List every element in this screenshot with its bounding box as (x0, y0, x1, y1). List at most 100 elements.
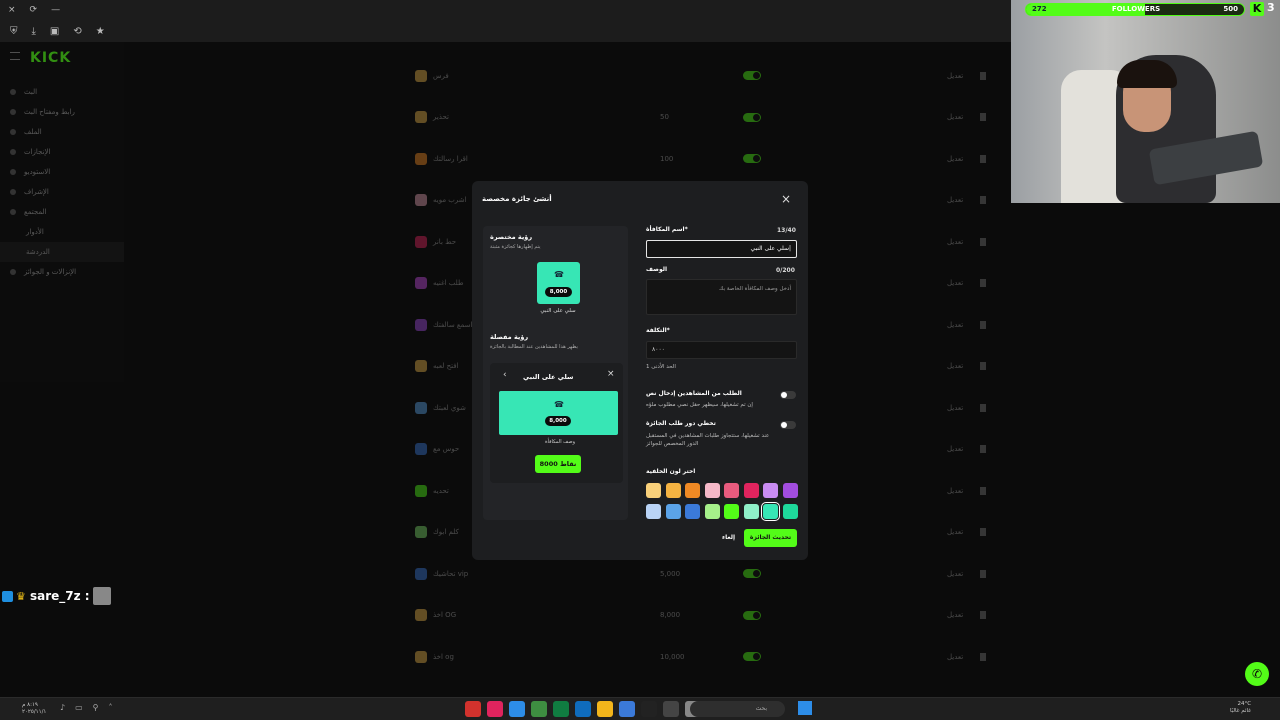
reward-enabled-toggle[interactable] (743, 652, 761, 662)
taskbar-weather[interactable]: 24°C غائم غالبًا (1230, 701, 1251, 715)
reward-description-textarea[interactable]: أدخل وصف المكافأة الخاصة بك (646, 279, 797, 315)
browser-reload-icon[interactable]: ⟳ (30, 5, 38, 15)
taskbar-app-icon[interactable] (509, 701, 525, 717)
edit-button[interactable]: تعديل (947, 155, 963, 163)
color-swatch[interactable] (761, 502, 780, 521)
sidebar-item[interactable]: الإنزالات و الجوائز (0, 262, 124, 282)
taskbar-clock[interactable]: ٨:١٩ م ٢٠٢٥/١١/١ (22, 702, 46, 716)
taskbar-app-icon[interactable] (531, 701, 547, 717)
trash-icon[interactable] (980, 154, 986, 163)
taskbar-app-icon[interactable] (553, 701, 569, 717)
edit-button[interactable]: تعديل (947, 570, 963, 578)
bookmark-star-icon[interactable]: ★ (96, 26, 105, 37)
trash-icon[interactable] (980, 237, 986, 246)
history-icon[interactable]: ⟲ (73, 26, 81, 37)
sidebar-item[interactable]: الاستوديو (0, 162, 124, 182)
sidebar-toggle-icon[interactable]: ▣ (50, 26, 59, 37)
shield-icon[interactable]: ⛨ (10, 26, 18, 37)
color-swatch[interactable] (724, 504, 739, 519)
trash-icon[interactable] (980, 528, 986, 537)
download-icon[interactable]: ⤓ (32, 26, 36, 37)
color-swatch[interactable] (646, 504, 661, 519)
edit-button[interactable]: تعديل (947, 279, 963, 287)
network-icon[interactable]: ▭ (75, 703, 83, 712)
trash-icon[interactable] (980, 486, 986, 495)
edit-button[interactable]: تعديل (947, 238, 963, 246)
edit-button[interactable]: تعديل (947, 653, 963, 661)
browser-minimize-icon[interactable]: — (51, 5, 60, 15)
edit-button[interactable]: تعديل (947, 611, 963, 619)
hamburger-menu-icon[interactable] (10, 52, 20, 60)
reward-name-input[interactable]: سلي على النبي| (646, 240, 797, 258)
color-swatch[interactable] (646, 483, 661, 498)
reward-enabled-toggle[interactable] (743, 610, 761, 620)
trash-icon[interactable] (980, 652, 986, 661)
sidebar-item[interactable]: الإشراف (0, 182, 124, 202)
color-swatch[interactable] (782, 504, 798, 519)
support-chat-icon[interactable]: ✆ (1245, 662, 1269, 686)
taskbar-app-icon[interactable] (575, 701, 591, 717)
trash-icon[interactable] (980, 320, 986, 329)
reward-enabled-toggle[interactable] (743, 112, 761, 122)
trash-icon[interactable] (980, 196, 986, 205)
color-swatch[interactable] (763, 483, 778, 498)
sidebar-item[interactable]: رابط ومفتاح البث (0, 102, 124, 122)
reward-enabled-toggle[interactable] (743, 154, 761, 164)
edit-button[interactable]: تعديل (947, 362, 963, 370)
trash-icon[interactable] (980, 445, 986, 454)
color-swatch[interactable] (685, 504, 700, 519)
color-swatch[interactable] (665, 483, 681, 498)
taskbar-app-icon[interactable] (619, 701, 635, 717)
windows-start-icon[interactable] (798, 701, 812, 715)
trash-icon[interactable] (980, 279, 986, 288)
sidebar-item[interactable]: الأدوار (0, 222, 124, 242)
skip-queue-toggle[interactable] (780, 421, 796, 429)
update-reward-button[interactable]: تحديث الجائزة (744, 529, 797, 547)
reward-enabled-toggle[interactable] (743, 71, 761, 81)
sidebar-item[interactable]: المجتمع (0, 202, 124, 222)
edit-button[interactable]: تعديل (947, 72, 963, 80)
taskbar-app-icon[interactable] (465, 701, 481, 717)
mic-icon[interactable]: ⚲ (93, 703, 99, 712)
browser-close-icon[interactable]: × (8, 5, 16, 15)
color-swatch[interactable] (685, 483, 700, 498)
trash-icon[interactable] (980, 71, 986, 80)
trash-icon[interactable] (980, 362, 986, 371)
taskbar-app-icon[interactable] (597, 701, 613, 717)
color-swatch[interactable] (704, 504, 720, 519)
edit-button[interactable]: تعديل (947, 321, 963, 329)
sidebar-item[interactable]: الملف (0, 122, 124, 142)
taskbar-app-icon[interactable] (663, 701, 679, 717)
trash-icon[interactable] (980, 611, 986, 620)
reward-enabled-toggle[interactable] (743, 569, 761, 579)
sidebar-item[interactable]: البث (0, 82, 124, 102)
tray-chevron-icon[interactable]: ˄ (109, 703, 113, 712)
color-swatch[interactable] (724, 483, 739, 498)
edit-button[interactable]: تعديل (947, 113, 963, 121)
sidebar-item[interactable]: الإنجازات (0, 142, 124, 162)
edit-button[interactable]: تعديل (947, 404, 963, 412)
reward-cost-input[interactable]: ٨٠٠٠ (646, 341, 797, 359)
cancel-button[interactable]: إلغاء (722, 534, 735, 541)
taskbar-app-icon[interactable] (641, 701, 657, 717)
modal-close-icon[interactable]: × (781, 192, 791, 206)
volume-icon[interactable]: ♪ (60, 703, 65, 712)
color-swatch[interactable] (743, 483, 759, 498)
edit-button[interactable]: تعديل (947, 487, 963, 495)
require-text-toggle[interactable] (780, 391, 796, 399)
taskbar-search[interactable]: بحث (690, 701, 785, 717)
taskbar-app-icon[interactable] (487, 701, 503, 717)
color-swatch[interactable] (665, 504, 681, 519)
edit-button[interactable]: تعديل (947, 445, 963, 453)
trash-icon[interactable] (980, 113, 986, 122)
color-swatch[interactable] (704, 483, 720, 498)
trash-icon[interactable] (980, 569, 986, 578)
trash-icon[interactable] (980, 403, 986, 412)
sidebar-item[interactable]: الدردشة (0, 242, 124, 262)
edit-button[interactable]: تعديل (947, 528, 963, 536)
kick-logo[interactable]: KICK (30, 50, 71, 66)
color-swatch[interactable] (743, 504, 759, 519)
reward-name: تحذير (433, 113, 449, 122)
edit-button[interactable]: تعديل (947, 196, 963, 204)
color-swatch[interactable] (782, 483, 798, 498)
